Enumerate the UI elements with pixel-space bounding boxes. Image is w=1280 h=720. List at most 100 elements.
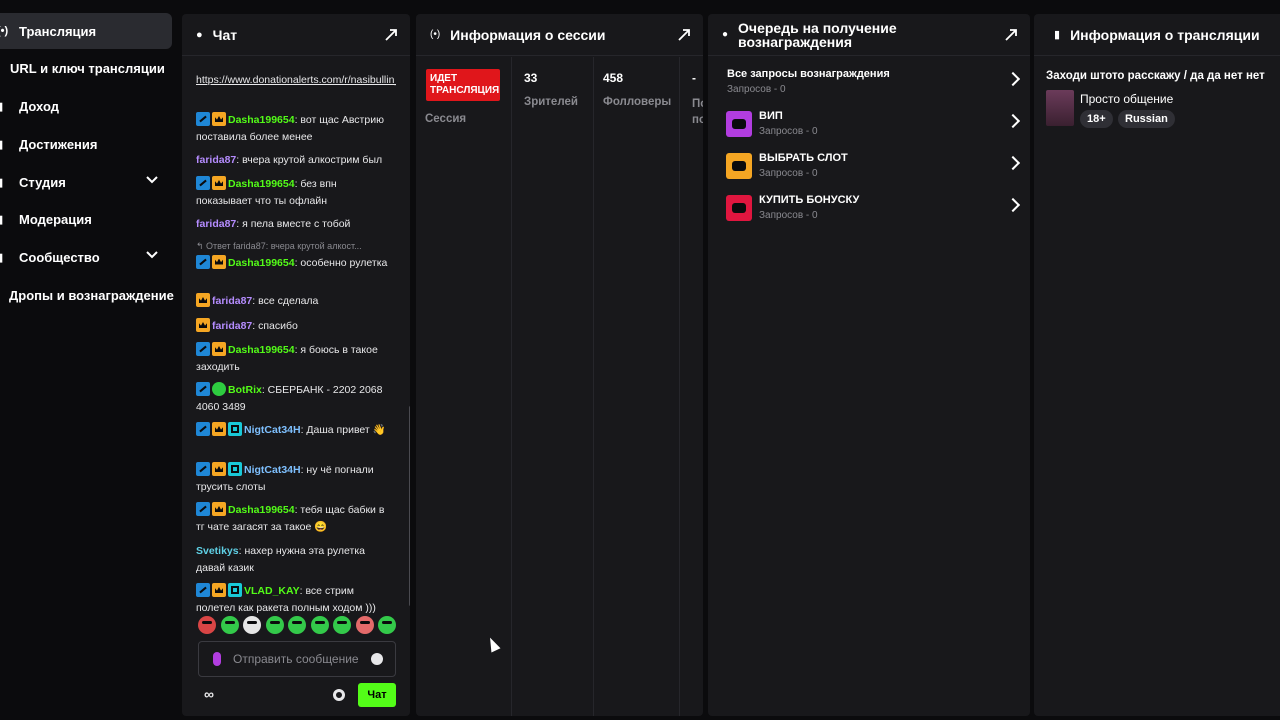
chat-username[interactable]: NigtCat34H — [244, 464, 301, 476]
category-name[interactable]: Просто общение — [1080, 92, 1173, 106]
category-thumbnail[interactable] — [1046, 90, 1074, 126]
tag-badge[interactable]: 18+ — [1080, 110, 1113, 128]
sidebar-item-url-key[interactable]: URL и ключ трансляции — [10, 50, 165, 86]
extra-value: - — [692, 71, 696, 85]
chat-username[interactable]: Dasha199654 — [228, 344, 295, 356]
sidebar: (•) Трансляция URL и ключ трансляции ▮ Д… — [0, 0, 178, 720]
followers-label: Фолловеры — [603, 96, 672, 108]
chevron-down-icon[interactable] — [146, 249, 158, 261]
chat-message: VLAD_KAY: все стрим полетел как ракета п… — [196, 583, 392, 616]
emote-icon[interactable] — [355, 616, 374, 634]
stream-info-panel: ▮ Информация о трансляции Заходи штото р… — [1034, 14, 1280, 716]
chat-text: : вчера крутой алкострим был — [236, 154, 383, 166]
sidebar-item-achievements[interactable]: ▮ Достижения — [0, 126, 97, 162]
chat-text: : все сделала — [252, 295, 319, 307]
chevron-right-icon — [1005, 155, 1021, 171]
emote-icon[interactable] — [378, 616, 396, 634]
sidebar-item-label: Доход — [19, 98, 59, 114]
reward-row-bonus[interactable]: КУПИТЬ БОНУСКУ Запросов - 0 — [726, 192, 1021, 226]
sidebar-item-broadcast[interactable]: (•) Трансляция — [0, 13, 172, 49]
popout-icon[interactable] — [1004, 28, 1018, 42]
vip-badge-icon — [212, 583, 226, 597]
chat-username[interactable]: VLAD_KAY — [244, 585, 300, 597]
emote-icon[interactable] — [198, 616, 216, 634]
reward-row-slot[interactable]: ВЫБРАТЬ СЛОТ Запросов - 0 — [726, 150, 1021, 184]
chat-scrollbar[interactable] — [409, 406, 410, 606]
reward-count: Запросов - 0 — [759, 168, 818, 179]
chat-message: https://www.donationalerts.com/r/nasibul… — [196, 72, 396, 89]
chevron-down-icon[interactable] — [146, 174, 158, 186]
sidebar-item-drops[interactable]: Дропы и вознаграждение — [9, 277, 174, 313]
sidebar-item-moderation[interactable]: ▮ Модерация — [0, 201, 92, 237]
gear-icon[interactable] — [333, 689, 345, 701]
viewers-count: 33 — [524, 71, 538, 85]
chat-username[interactable]: Dasha199654 — [228, 257, 295, 269]
chat-message: farida87: вчера крутой алкострим был — [196, 152, 392, 169]
chat-username[interactable]: farida87 — [196, 218, 236, 230]
popout-icon[interactable] — [384, 28, 398, 42]
chat-message: BotRix: СБЕРБАНК - 2202 2068 4060 3489 — [196, 382, 392, 415]
session-title: Информация о сессии — [450, 26, 606, 43]
reward-name: ВЫБРАТЬ СЛОТ — [759, 152, 848, 164]
chat-username[interactable]: farida87 — [212, 320, 252, 332]
vip-badge-icon — [212, 254, 226, 269]
emote-icon[interactable] — [220, 616, 239, 634]
emote-bar — [198, 616, 401, 634]
chevron-right-icon — [1005, 197, 1021, 213]
chat-message-input[interactable] — [233, 652, 363, 666]
infinity-icon[interactable]: ∞ — [204, 686, 214, 702]
vip-badge-icon — [196, 293, 210, 307]
broadcast-icon: (•) — [430, 29, 441, 40]
chat-username[interactable]: Dasha199654 — [228, 114, 295, 126]
moderator-badge-icon — [196, 342, 210, 356]
chat-username[interactable]: farida87 — [212, 295, 252, 307]
emote-icon[interactable] — [288, 616, 306, 634]
chat-title: Чат — [212, 26, 238, 43]
moderator-badge-icon — [196, 112, 210, 126]
chat-username[interactable]: BotRix — [228, 384, 262, 396]
chevron-right-icon — [1005, 71, 1021, 87]
chat-header: ● Чат — [182, 14, 410, 56]
chat-username[interactable]: Dasha199654 — [228, 178, 295, 190]
microphone-icon[interactable] — [213, 652, 221, 666]
emote-icon[interactable] — [333, 616, 351, 634]
reward-row-vip[interactable]: ВИП Запросов - 0 — [726, 108, 1021, 142]
sidebar-item-studio[interactable]: ▮ Студия — [0, 164, 172, 200]
chat-send-button[interactable]: Чат — [358, 683, 396, 707]
phone-icon — [726, 111, 752, 137]
emote-icon[interactable] — [310, 616, 329, 634]
reward-count: Запросов - 0 — [759, 126, 818, 137]
sidebar-item-label: Достижения — [19, 136, 98, 152]
sidebar-item-label: Студия — [19, 174, 66, 190]
extra-column: - По по — [680, 57, 703, 716]
wrench-icon: ▮ — [0, 213, 4, 226]
stream-title: Заходи штото расскажу / да да нет нет — [1046, 70, 1265, 82]
bot-badge-icon — [212, 382, 226, 396]
sidebar-item-income[interactable]: ▮ Доход — [0, 88, 59, 124]
reward-name: ВИП — [759, 110, 783, 122]
stream-info-title: Информация о трансляции — [1070, 26, 1260, 43]
moderator-badge-icon — [196, 502, 210, 516]
tag-badge[interactable]: Russian — [1118, 110, 1175, 128]
viewers-column: 33 Зрителей — [512, 57, 594, 716]
emote-icon[interactable] — [265, 616, 284, 634]
rewards-panel: ● Очередь на получение вознаграждения Вс… — [708, 14, 1030, 716]
chat-message: farida87: спасибо — [196, 318, 392, 335]
og-badge-icon — [228, 422, 242, 436]
emote-icon[interactable] — [243, 616, 261, 634]
all-rewards-row[interactable]: Все запросы вознаграждения Запросов - 0 — [726, 66, 1021, 100]
chat-username[interactable]: Dasha199654 — [228, 504, 295, 516]
sidebar-item-label: URL и ключ трансляции — [10, 60, 165, 76]
chat-username[interactable]: NigtCat34H — [244, 424, 301, 436]
chat-username[interactable]: Svetikys — [196, 545, 239, 557]
chat-message: farida87: я пела вместе с тобой — [196, 216, 392, 233]
popout-icon[interactable] — [677, 28, 691, 42]
reward-count: Запросов - 0 — [727, 84, 786, 95]
rewards-header: ● Очередь на получение вознаграждения — [708, 14, 1030, 56]
chat-username[interactable]: farida87 — [196, 154, 236, 166]
reward-count: Запросов - 0 — [759, 210, 818, 221]
sidebar-item-community[interactable]: ▮ Сообщество — [0, 239, 172, 275]
emoji-icon[interactable] — [371, 653, 383, 665]
chat-icon: ● — [196, 28, 203, 41]
chat-link[interactable]: https://www.donationalerts.com/r/nasibul… — [196, 74, 396, 86]
